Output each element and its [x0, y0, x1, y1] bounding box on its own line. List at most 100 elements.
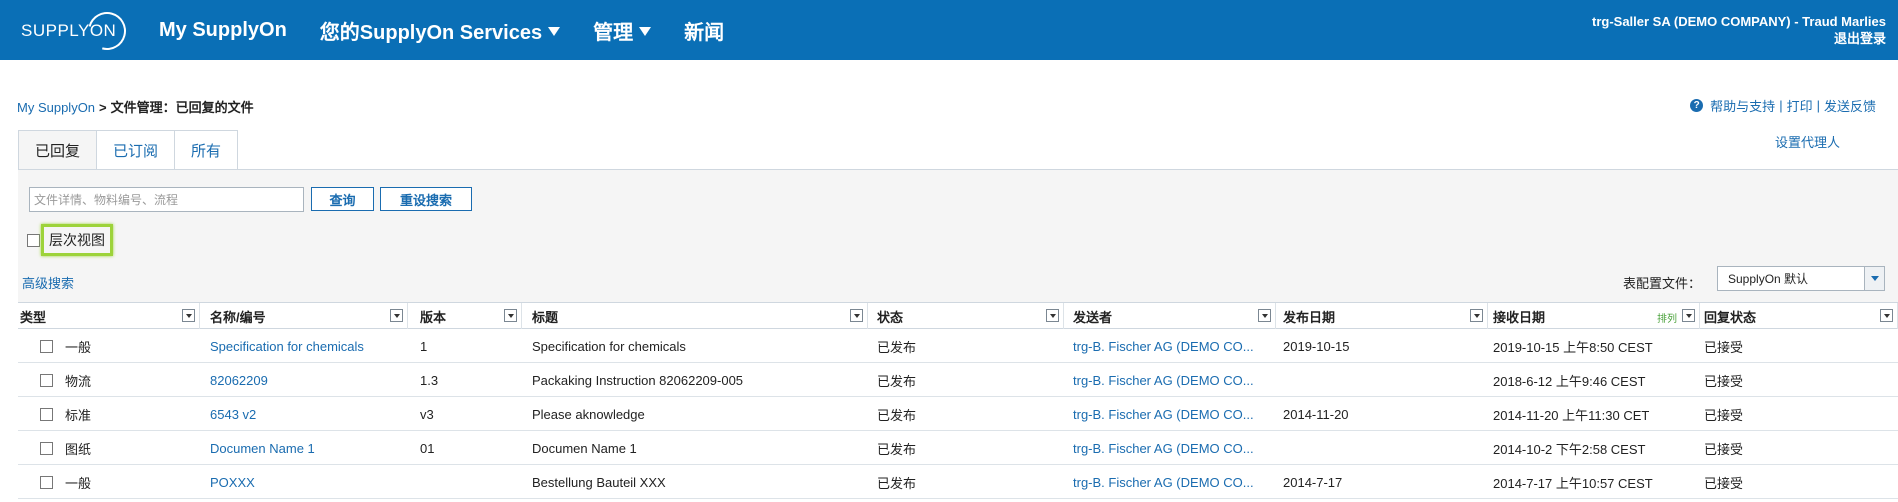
- column-menu-icon[interactable]: [850, 309, 863, 322]
- col-header-received[interactable]: 接收日期 排列: [1488, 303, 1700, 329]
- table-row: 图纸 Documen Name 1 01 Documen Name 1 已发布 …: [18, 431, 1898, 465]
- supplyon-logo[interactable]: SUPPLYON: [21, 5, 133, 57]
- cell-type: 一般: [18, 465, 200, 499]
- cell-reply-status: 已接受: [1704, 475, 1744, 491]
- column-menu-icon[interactable]: [390, 309, 403, 322]
- nav-my-supplyon[interactable]: My SupplyOn: [159, 19, 287, 42]
- col-header-name[interactable]: 名称/编号: [200, 303, 408, 329]
- nav-admin[interactable]: 管理: [593, 16, 652, 45]
- sort-indicator: 排列: [1657, 314, 1677, 325]
- user-area: trg-Saller SA (DEMO COMPANY) - Traud Mar…: [1592, 13, 1886, 47]
- cell-name-link[interactable]: POXXX: [200, 465, 408, 499]
- cell-sender-link[interactable]: trg-B. Fischer AG (DEMO CO...: [1064, 465, 1276, 499]
- breadcrumb: My SupplyOn > 文件管理：已回复的文件: [17, 97, 254, 116]
- col-header-sender[interactable]: 发送者: [1064, 303, 1276, 329]
- documents-table: 类型 名称/编号 版本 标题 状态 发送者 发布日期 接收日期 排列 回复状态 一…: [18, 302, 1898, 499]
- cell-type: 标准: [18, 397, 200, 431]
- row-checkbox[interactable]: [40, 407, 53, 421]
- cell-status: 已发布: [877, 339, 917, 355]
- column-menu-icon[interactable]: [1682, 309, 1695, 322]
- cell-status: 已发布: [877, 441, 917, 457]
- col-header-version[interactable]: 版本: [408, 303, 522, 329]
- tab-subscribed[interactable]: 已订阅: [97, 130, 176, 170]
- breadcrumb-home[interactable]: My SupplyOn: [17, 100, 95, 115]
- cell-title: Please aknowledge: [532, 406, 645, 422]
- table-config-select[interactable]: SupplyOn 默认: [1717, 266, 1885, 291]
- table-config-label: 表配置文件：: [1623, 276, 1702, 291]
- col-header-status[interactable]: 状态: [868, 303, 1064, 329]
- cell-published: 2019-10-15: [1283, 338, 1350, 354]
- cell-version: 1.3: [420, 372, 439, 388]
- cell-version: v3: [420, 406, 434, 422]
- cell-received: 2014-11-20 上午11:30 CET: [1493, 407, 1650, 423]
- cell-sender-link[interactable]: trg-B. Fischer AG (DEMO CO...: [1064, 431, 1276, 465]
- hierarchy-view-label[interactable]: 层次视图: [41, 224, 113, 256]
- cell-status: 已发布: [877, 407, 917, 423]
- cell-name-link[interactable]: 6543 v2: [200, 397, 408, 431]
- cell-name-link[interactable]: Specification for chemicals: [200, 329, 408, 363]
- cell-reply-status: 已接受: [1704, 373, 1744, 389]
- cell-title: Documen Name 1: [532, 440, 637, 456]
- column-menu-icon[interactable]: [504, 309, 517, 322]
- cell-name-link[interactable]: Documen Name 1: [200, 431, 408, 465]
- col-header-published[interactable]: 发布日期: [1276, 303, 1488, 329]
- cell-received: 2014-7-17 上午10:57 CEST: [1493, 475, 1653, 491]
- hierarchy-view-checkbox[interactable]: [27, 233, 40, 247]
- row-checkbox[interactable]: [40, 475, 53, 489]
- cell-published: [1276, 363, 1488, 397]
- cell-reply-status: 已接受: [1704, 339, 1744, 355]
- cell-reply-status: 已接受: [1704, 441, 1744, 457]
- cell-version: [408, 465, 522, 499]
- column-menu-icon[interactable]: [1258, 309, 1271, 322]
- column-menu-icon[interactable]: [1880, 309, 1893, 322]
- help-icon[interactable]: ?: [1690, 99, 1704, 112]
- advanced-search-link[interactable]: 高级搜索: [22, 273, 74, 292]
- separator: |: [1779, 98, 1783, 113]
- search-input[interactable]: [29, 187, 304, 212]
- caret-down-icon: [548, 26, 561, 36]
- row-checkbox[interactable]: [40, 373, 53, 387]
- tab-bar: 已回复 已订阅 所有: [18, 130, 239, 170]
- col-header-title[interactable]: 标题: [522, 303, 868, 329]
- main-nav: My SupplyOn 您的SupplyOn Services 管理 新闻: [159, 0, 757, 60]
- logo-ring-icon: [81, 5, 133, 57]
- row-checkbox[interactable]: [40, 441, 53, 455]
- page-title: 文件管理：已回复的文件: [110, 100, 254, 115]
- set-proxy-link[interactable]: 设置代理人: [1775, 132, 1840, 151]
- cell-sender-link[interactable]: trg-B. Fischer AG (DEMO CO...: [1064, 329, 1276, 363]
- feedback-link[interactable]: 发送反馈: [1824, 96, 1876, 115]
- separator: |: [1816, 98, 1820, 113]
- cell-received: 2019-10-15 上午8:50 CEST: [1493, 339, 1653, 355]
- column-menu-icon[interactable]: [1470, 309, 1483, 322]
- reset-search-button[interactable]: 重设搜索: [380, 187, 472, 211]
- table-header: 类型 名称/编号 版本 标题 状态 发送者 发布日期 接收日期 排列 回复状态: [18, 302, 1898, 329]
- cell-sender-link[interactable]: trg-B. Fischer AG (DEMO CO...: [1064, 363, 1276, 397]
- column-menu-icon[interactable]: [1046, 309, 1059, 322]
- cell-received: 2014-10-2 下午2:58 CEST: [1493, 441, 1646, 457]
- search-button[interactable]: 查询: [311, 187, 374, 211]
- breadcrumb-separator: >: [99, 100, 107, 115]
- row-checkbox[interactable]: [40, 339, 53, 353]
- tab-replied[interactable]: 已回复: [18, 130, 98, 170]
- nav-services[interactable]: 您的SupplyOn Services: [320, 16, 561, 45]
- col-header-reply-status[interactable]: 回复状态: [1700, 303, 1898, 329]
- chevron-down-icon[interactable]: [1864, 267, 1884, 290]
- top-header: SUPPLYON My SupplyOn 您的SupplyOn Services…: [0, 0, 1898, 60]
- tab-all[interactable]: 所有: [175, 130, 239, 170]
- cell-name-link[interactable]: 82062209: [200, 363, 408, 397]
- user-name: trg-Saller SA (DEMO COMPANY) - Traud Mar…: [1592, 14, 1886, 29]
- help-link[interactable]: 帮助与支持: [1710, 96, 1775, 115]
- cell-published: 2014-7-17: [1283, 474, 1343, 490]
- cell-sender-link[interactable]: trg-B. Fischer AG (DEMO CO...: [1064, 397, 1276, 431]
- column-menu-icon[interactable]: [182, 309, 195, 322]
- hierarchy-view-toggle: 层次视图: [27, 224, 113, 256]
- print-link[interactable]: 打印: [1787, 96, 1813, 115]
- logout-link[interactable]: 退出登录: [1592, 30, 1886, 47]
- nav-news[interactable]: 新闻: [684, 16, 724, 45]
- table-config-value: SupplyOn 默认: [1728, 272, 1809, 286]
- cell-published: 2014-11-20: [1283, 406, 1349, 422]
- search-panel: 查询 重设搜索 层次视图 高级搜索 表配置文件： SupplyOn 默认: [18, 169, 1898, 302]
- caret-down-icon: [639, 26, 652, 36]
- cell-version: 01: [420, 440, 435, 456]
- col-header-type[interactable]: 类型: [18, 303, 200, 329]
